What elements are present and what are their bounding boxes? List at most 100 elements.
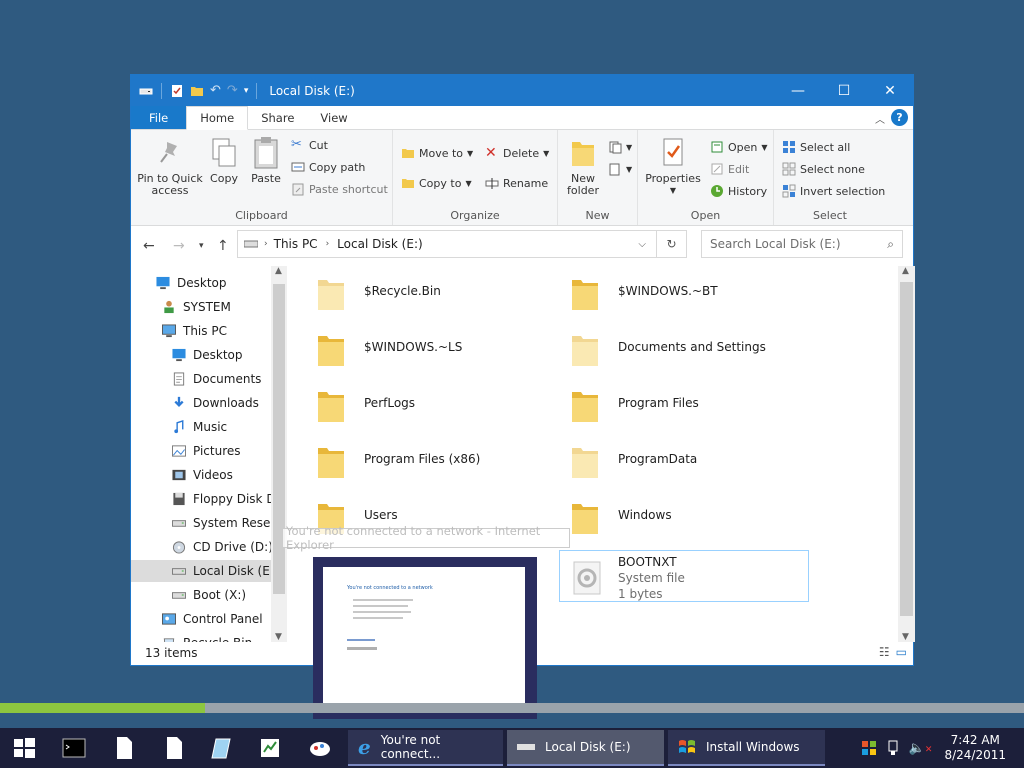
content-scroll-thumb[interactable] — [900, 282, 913, 616]
paint-icon[interactable] — [308, 736, 332, 760]
select-none-button[interactable]: Select none — [782, 162, 865, 176]
document-icon[interactable] — [112, 736, 136, 760]
tab-home[interactable]: Home — [186, 106, 249, 130]
paste-shortcut-button[interactable]: Paste shortcut — [291, 182, 388, 196]
copy-path-button[interactable]: Copy path — [291, 160, 365, 174]
chevron-up-icon[interactable]: ︿ — [875, 111, 885, 126]
nav-item[interactable]: Floppy Disk Dri — [131, 488, 284, 510]
customize-qat-icon[interactable]: ▾ — [244, 86, 249, 96]
address-dropdown-icon[interactable]: ⌵ — [638, 239, 646, 250]
document-icon[interactable] — [162, 736, 186, 760]
details-view-icon[interactable]: ☷ — [879, 645, 890, 659]
up-icon[interactable]: ↑ — [217, 238, 229, 254]
nav-item[interactable]: Downloads — [131, 392, 271, 414]
scroll-up-icon[interactable]: ▲ — [902, 266, 909, 276]
breadcrumb-local-disk[interactable]: Local Disk (E:) — [337, 237, 423, 251]
nav-item[interactable]: CD Drive (D:) H — [131, 536, 286, 558]
invert-selection-button[interactable]: Invert selection — [782, 184, 885, 198]
easy-access-button[interactable]: ▼ — [608, 162, 632, 176]
folder-name: Windows — [618, 508, 672, 522]
chevron-down-icon: ▼ — [465, 178, 472, 188]
rename-button[interactable]: Rename — [485, 176, 548, 190]
undo-icon[interactable]: ↶ — [210, 83, 221, 98]
tab-view[interactable]: View — [307, 106, 360, 129]
new-folder-icon[interactable] — [190, 84, 204, 98]
nav-item[interactable]: Local Disk (E:) — [131, 560, 279, 582]
command-prompt-icon[interactable] — [62, 736, 86, 760]
title-bar[interactable]: ↶ ↷ ▾ Local Disk (E:) — ☐ ✕ — [131, 75, 913, 106]
new-item-icon — [609, 141, 622, 154]
new-item-button[interactable]: ▼ — [608, 140, 632, 154]
copy-button[interactable]: Copy — [207, 136, 241, 185]
move-to-button[interactable]: Move to ▼ — [401, 146, 473, 160]
copy-to-icon — [402, 179, 414, 188]
recent-locations-icon[interactable]: ▾ — [199, 241, 204, 251]
copy-to-button[interactable]: Copy to ▼ — [401, 176, 472, 190]
drive-icon — [244, 240, 258, 248]
tab-file[interactable]: File — [131, 106, 187, 129]
nav-item[interactable]: System Reserve — [131, 512, 287, 534]
nav-item[interactable]: Desktop — [131, 344, 271, 366]
nav-item[interactable]: Videos — [131, 464, 271, 486]
folder-item[interactable]: $WINDOWS.~LS — [316, 330, 462, 378]
folder-item[interactable]: Program Files — [570, 386, 699, 434]
taskbar-button-install-windows[interactable]: Install Windows — [668, 730, 825, 766]
nav-item[interactable]: Control Panel — [131, 608, 271, 630]
usb-device-icon[interactable] — [887, 740, 899, 756]
notepad-icon[interactable] — [210, 736, 234, 760]
nav-item[interactable]: Documents — [131, 368, 271, 390]
properties-icon[interactable] — [170, 84, 184, 98]
history-button[interactable]: History — [710, 184, 767, 198]
action-center-icon[interactable] — [861, 740, 877, 756]
nav-item[interactable]: Boot (X:) — [131, 584, 271, 606]
minimize-button[interactable]: — — [775, 75, 821, 106]
taskbar-button-local-disk[interactable]: Local Disk (E:) — [507, 730, 664, 766]
nav-scrollbar[interactable]: ▲ ▼ — [271, 266, 287, 642]
folder-item[interactable]: $Recycle.Bin — [316, 274, 441, 322]
large-icons-view-icon[interactable]: ▭ — [896, 645, 907, 659]
folder-item[interactable]: Documents and Settings — [570, 330, 766, 378]
start-button[interactable] — [12, 736, 36, 760]
forward-icon[interactable]: → — [173, 238, 185, 254]
file-item-bootnxt[interactable]: BOOTNXT System file 1 bytes — [559, 550, 809, 602]
folder-item[interactable]: Windows — [570, 498, 672, 546]
volume-muted-icon[interactable]: 🔈✕ — [909, 741, 933, 756]
select-all-button[interactable]: Select all — [782, 140, 850, 154]
nav-item[interactable]: Desktop — [131, 272, 271, 294]
open-button[interactable]: Open ▼ — [710, 140, 768, 154]
close-button[interactable]: ✕ — [867, 75, 913, 106]
back-icon[interactable]: ← — [143, 238, 155, 254]
redo-icon[interactable]: ↷ — [227, 83, 238, 98]
folder-item[interactable]: ProgramData — [570, 442, 697, 490]
nav-item-label: Boot (X:) — [193, 588, 247, 602]
nav-item[interactable]: Music — [131, 416, 271, 438]
folder-item[interactable]: Program Files (x86) — [316, 442, 480, 490]
paste-button[interactable]: Paste — [249, 136, 283, 185]
taskbar-thumbnail-preview[interactable]: You're not connected to a network — [313, 557, 537, 719]
maximize-button[interactable]: ☐ — [821, 75, 867, 106]
registry-editor-icon[interactable] — [258, 736, 282, 760]
clock[interactable]: 7:42 AM 8/24/2011 — [944, 733, 1006, 763]
cut-button[interactable]: ✂ Cut — [291, 138, 328, 152]
edit-button[interactable]: Edit — [710, 162, 749, 176]
nav-item[interactable]: Pictures — [131, 440, 271, 462]
scroll-up-icon[interactable]: ▲ — [275, 266, 282, 276]
delete-button[interactable]: ✕ Delete ▼ — [485, 146, 549, 160]
folder-item[interactable]: PerfLogs — [316, 386, 415, 434]
refresh-button[interactable]: ↻ — [657, 230, 687, 258]
properties-button[interactable]: Properties ▼ — [642, 136, 704, 197]
nav-item[interactable]: SYSTEM — [131, 296, 271, 318]
pin-to-quick-access-button[interactable]: Pin to Quick access — [137, 136, 203, 197]
breadcrumb-this-pc[interactable]: This PC — [274, 237, 318, 251]
search-input[interactable]: Search Local Disk (E:) ⌕ — [701, 230, 903, 258]
new-folder-button[interactable]: New folder — [564, 136, 602, 197]
tab-share[interactable]: Share — [248, 106, 307, 129]
folder-icon — [318, 448, 344, 478]
content-scrollbar[interactable]: ▲ ▼ — [898, 266, 915, 642]
taskbar-button-internet-explorer[interactable]: e You're not connect... — [348, 730, 503, 766]
nav-item[interactable]: This PC — [131, 320, 271, 342]
address-bar[interactable]: › This PC › Local Disk (E:) ⌵ — [237, 230, 657, 258]
clipboard-group: Pin to Quick access Copy Paste ✂ Cut Cop… — [131, 130, 393, 225]
folder-item[interactable]: $WINDOWS.~BT — [570, 274, 718, 322]
help-icon[interactable]: ? — [891, 109, 908, 126]
